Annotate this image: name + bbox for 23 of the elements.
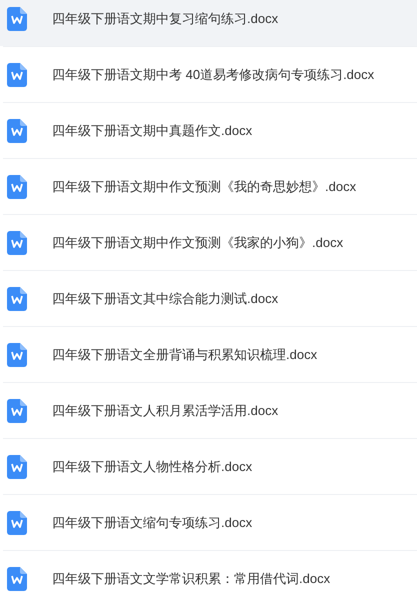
word-document-icon (7, 454, 27, 478)
file-name: 四年级下册语文人积月累活学活用.docx (52, 402, 278, 420)
word-document-icon (7, 118, 27, 142)
file-name: 四年级下册语文期中真题作文.docx (52, 122, 252, 140)
word-document-icon (7, 510, 27, 534)
file-name: 四年级下册语文其中综合能力测试.docx (52, 290, 278, 308)
file-name: 四年级下册语文期中作文预测《我的奇思妙想》.docx (52, 178, 356, 196)
word-document-icon (7, 230, 27, 254)
file-name: 四年级下册语文期中作文预测《我家的小狗》.docx (52, 234, 344, 252)
word-document-icon (7, 398, 27, 422)
file-name: 四年级下册语文文学常识积累：常用借代词.docx (52, 570, 330, 588)
word-document-icon (7, 342, 27, 366)
file-name: 四年级下册语文期中考 40道易考修改病句专项练习.docx (52, 66, 374, 84)
word-document-icon (7, 174, 27, 198)
file-name: 四年级下册语文期中复习缩句练习.docx (52, 10, 278, 28)
file-name: 四年级下册语文缩句专项练习.docx (52, 514, 252, 532)
word-document-icon (7, 62, 27, 86)
file-name: 四年级下册语文全册背诵与积累知识梳理.docx (52, 346, 318, 364)
word-document-icon (7, 566, 27, 590)
word-document-icon (7, 6, 27, 30)
file-name: 四年级下册语文人物性格分析.docx (52, 458, 252, 476)
file-row[interactable]: 四年级下册语文期中复习缩句练习.docx (0, 0, 417, 46)
word-document-icon (7, 286, 27, 310)
